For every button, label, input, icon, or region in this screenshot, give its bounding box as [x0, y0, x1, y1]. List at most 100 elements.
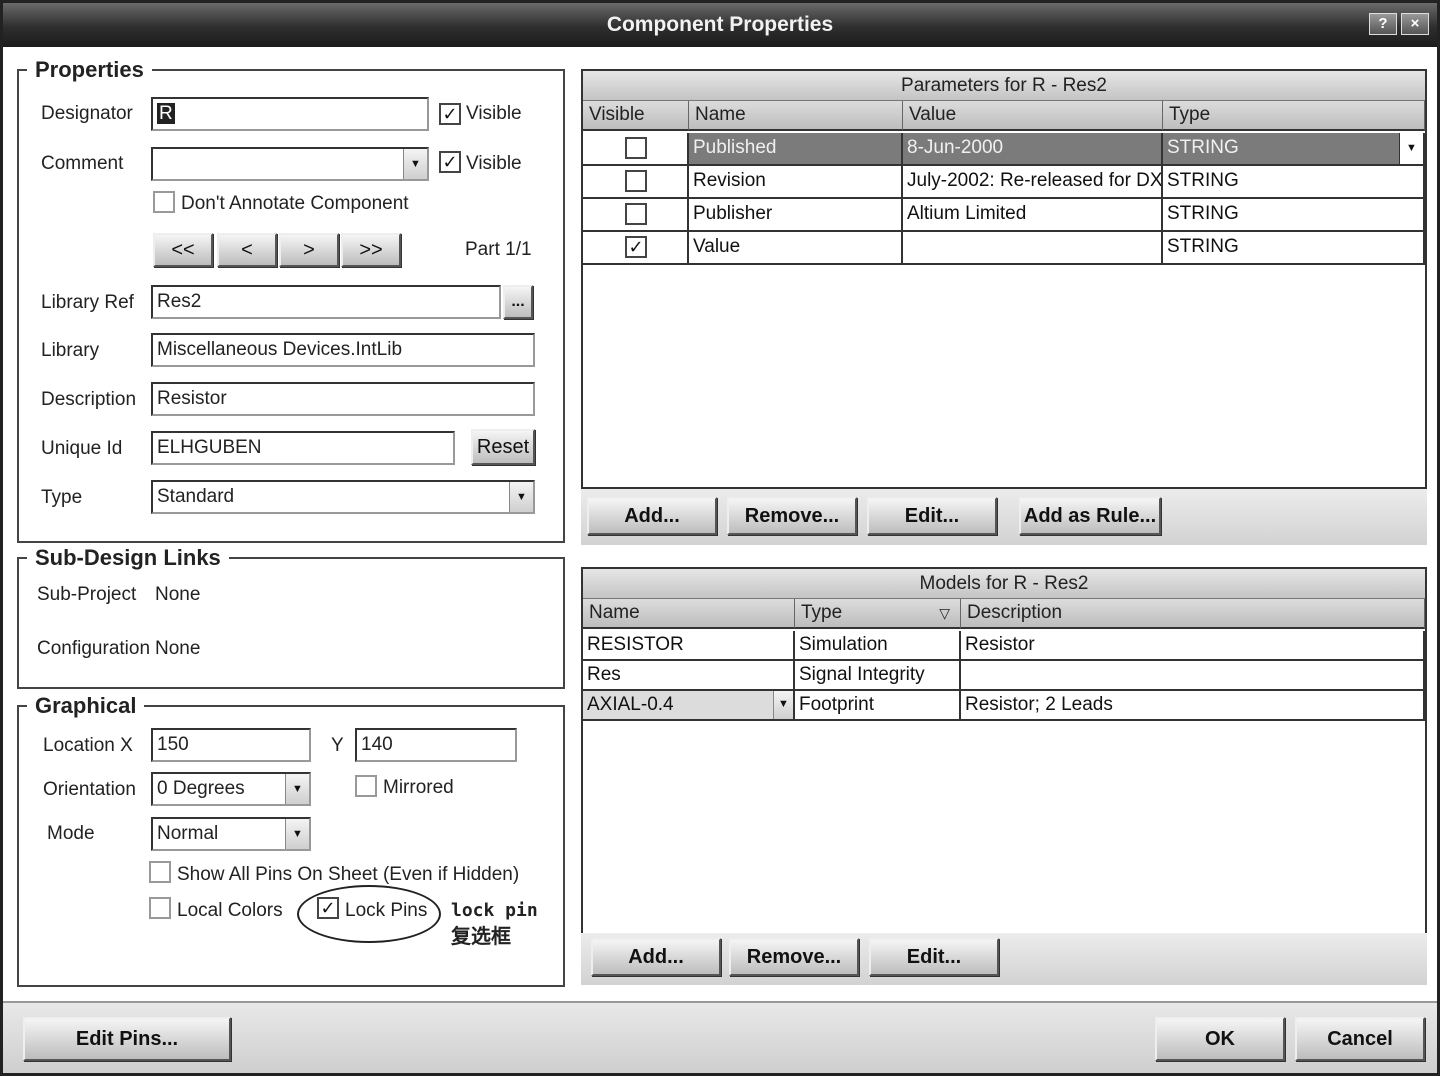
chevron-down-icon[interactable]: ▼ — [1399, 133, 1423, 164]
close-button[interactable]: × — [1401, 13, 1429, 35]
col-value[interactable]: Value — [903, 101, 1163, 131]
table-row[interactable] — [583, 199, 689, 232]
row-visible-checkbox[interactable] — [625, 137, 647, 159]
filter-icon[interactable]: ▽ — [939, 599, 950, 627]
model-description-cell[interactable]: Resistor; 2 Leads — [961, 691, 1425, 721]
param-value-cell[interactable]: July-2002: Re-released for DXP — [903, 166, 1163, 199]
model-name-cell[interactable]: Res — [583, 661, 795, 691]
add-as-rule-button[interactable]: Add as Rule... — [1019, 497, 1161, 535]
location-x-input[interactable]: 150 — [151, 728, 311, 762]
model-type-cell[interactable]: Signal Integrity — [795, 661, 961, 691]
chevron-down-icon[interactable]: ▼ — [773, 691, 793, 719]
model-type-cell[interactable]: Simulation — [795, 631, 961, 661]
param-type-cell[interactable]: STRING — [1163, 232, 1425, 265]
table-row[interactable] — [583, 133, 689, 166]
mirrored-checkbox[interactable] — [355, 775, 377, 797]
param-value-cell[interactable] — [903, 232, 1163, 265]
mode-dropdown[interactable]: Normal ▼ — [151, 817, 311, 851]
row-visible-checkbox[interactable] — [625, 170, 647, 192]
library-label: Library — [41, 340, 100, 361]
designator-visible-checkbox[interactable]: ✓ — [439, 103, 461, 125]
col-model-name[interactable]: Name — [583, 599, 795, 629]
component-properties-dialog: Component Properties ? × Properties Desi… — [0, 0, 1440, 1076]
lock-pins-label: Lock Pins — [345, 900, 428, 921]
description-input[interactable]: Resistor — [151, 382, 535, 416]
chevron-down-icon[interactable]: ▼ — [509, 482, 533, 512]
model-name-cell[interactable]: AXIAL-0.4 ▼ — [583, 691, 795, 721]
mode-value: Normal — [157, 823, 219, 844]
col-model-type[interactable]: Type ▽ — [795, 599, 961, 629]
param-name-cell[interactable]: Value — [689, 232, 903, 265]
comment-dropdown[interactable]: ▼ — [151, 147, 429, 181]
model-description-cell[interactable]: Resistor — [961, 631, 1425, 661]
library-input[interactable]: Miscellaneous Devices.IntLib — [151, 333, 535, 367]
table-row[interactable]: ✓ — [583, 232, 689, 265]
designator-label: Designator — [41, 103, 133, 124]
first-part-button[interactable]: << — [153, 233, 213, 267]
model-name-cell[interactable]: RESISTOR — [583, 631, 795, 661]
mirrored-label: Mirrored — [383, 777, 454, 798]
param-add-button[interactable]: Add... — [587, 497, 717, 535]
comment-visible-checkbox[interactable]: ✓ — [439, 151, 461, 173]
models-caption: Models for R - Res2 — [583, 569, 1425, 599]
dont-annotate-label: Don't Annotate Component — [181, 193, 409, 214]
model-description-cell[interactable] — [961, 661, 1425, 691]
chevron-down-icon[interactable]: ▼ — [285, 774, 309, 804]
edit-pins-button[interactable]: Edit Pins... — [23, 1017, 231, 1061]
next-part-button[interactable]: > — [279, 233, 339, 267]
lock-pins-checkbox[interactable]: ✓ — [317, 897, 339, 919]
table-row[interactable] — [583, 166, 689, 199]
parameters-caption: Parameters for R - Res2 — [583, 71, 1425, 101]
param-name-cell[interactable]: Publisher — [689, 199, 903, 232]
col-name[interactable]: Name — [689, 101, 903, 131]
cancel-button[interactable]: Cancel — [1295, 1017, 1425, 1061]
param-name-cell[interactable]: Revision — [689, 166, 903, 199]
row-visible-checkbox[interactable]: ✓ — [625, 236, 647, 258]
subproject-label: Sub-Project — [37, 584, 137, 605]
subdesign-group-title: Sub-Design Links — [27, 545, 229, 571]
location-y-input[interactable]: 140 — [355, 728, 517, 762]
param-type-cell[interactable]: STRING — [1163, 199, 1425, 232]
orientation-dropdown[interactable]: 0 Degrees ▼ — [151, 772, 311, 806]
param-edit-button[interactable]: Edit... — [867, 497, 997, 535]
local-colors-checkbox[interactable] — [149, 897, 171, 919]
model-remove-button[interactable]: Remove... — [729, 938, 859, 976]
model-edit-button[interactable]: Edit... — [869, 938, 999, 976]
param-type-cell[interactable]: STRING — [1163, 166, 1425, 199]
param-name-cell[interactable]: Published — [689, 133, 903, 166]
param-value-cell[interactable]: 8-Jun-2000 — [903, 133, 1163, 166]
help-button[interactable]: ? — [1369, 13, 1397, 35]
unique-id-input[interactable]: ELHGUBEN — [151, 431, 455, 465]
dont-annotate-checkbox[interactable] — [153, 191, 175, 213]
col-type[interactable]: Type — [1163, 101, 1425, 131]
model-add-button[interactable]: Add... — [591, 938, 721, 976]
chevron-down-icon[interactable]: ▼ — [403, 149, 427, 179]
designator-input[interactable]: R — [151, 97, 429, 131]
library-ref-browse-button[interactable]: ... — [503, 285, 533, 319]
library-ref-input[interactable]: Res2 — [151, 285, 501, 319]
reset-button[interactable]: Reset — [471, 429, 535, 465]
designator-visible-label: Visible — [466, 103, 522, 124]
part-indicator: Part 1/1 — [465, 239, 532, 260]
description-label: Description — [41, 389, 137, 410]
prev-part-button[interactable]: < — [217, 233, 277, 267]
col-visible[interactable]: Visible — [583, 101, 689, 131]
orientation-value: 0 Degrees — [157, 778, 245, 799]
ok-button[interactable]: OK — [1155, 1017, 1285, 1061]
row-visible-checkbox[interactable] — [625, 203, 647, 225]
chevron-down-icon[interactable]: ▼ — [285, 819, 309, 849]
show-all-pins-checkbox[interactable] — [149, 861, 171, 883]
param-value-cell[interactable]: Altium Limited — [903, 199, 1163, 232]
designator-value: R — [157, 103, 175, 124]
library-ref-label: Library Ref — [41, 292, 134, 313]
col-model-type-label: Type — [801, 602, 843, 623]
properties-group-title: Properties — [27, 57, 152, 83]
param-remove-button[interactable]: Remove... — [727, 497, 857, 535]
configuration-label: Configuration — [37, 638, 151, 659]
model-type-cell[interactable]: Footprint — [795, 691, 961, 721]
col-model-description[interactable]: Description — [961, 599, 1425, 629]
type-dropdown[interactable]: Standard ▼ — [151, 480, 535, 514]
param-type-cell[interactable]: STRING ▼ — [1163, 133, 1425, 166]
last-part-button[interactable]: >> — [341, 233, 401, 267]
param-type-value: STRING — [1167, 137, 1239, 158]
